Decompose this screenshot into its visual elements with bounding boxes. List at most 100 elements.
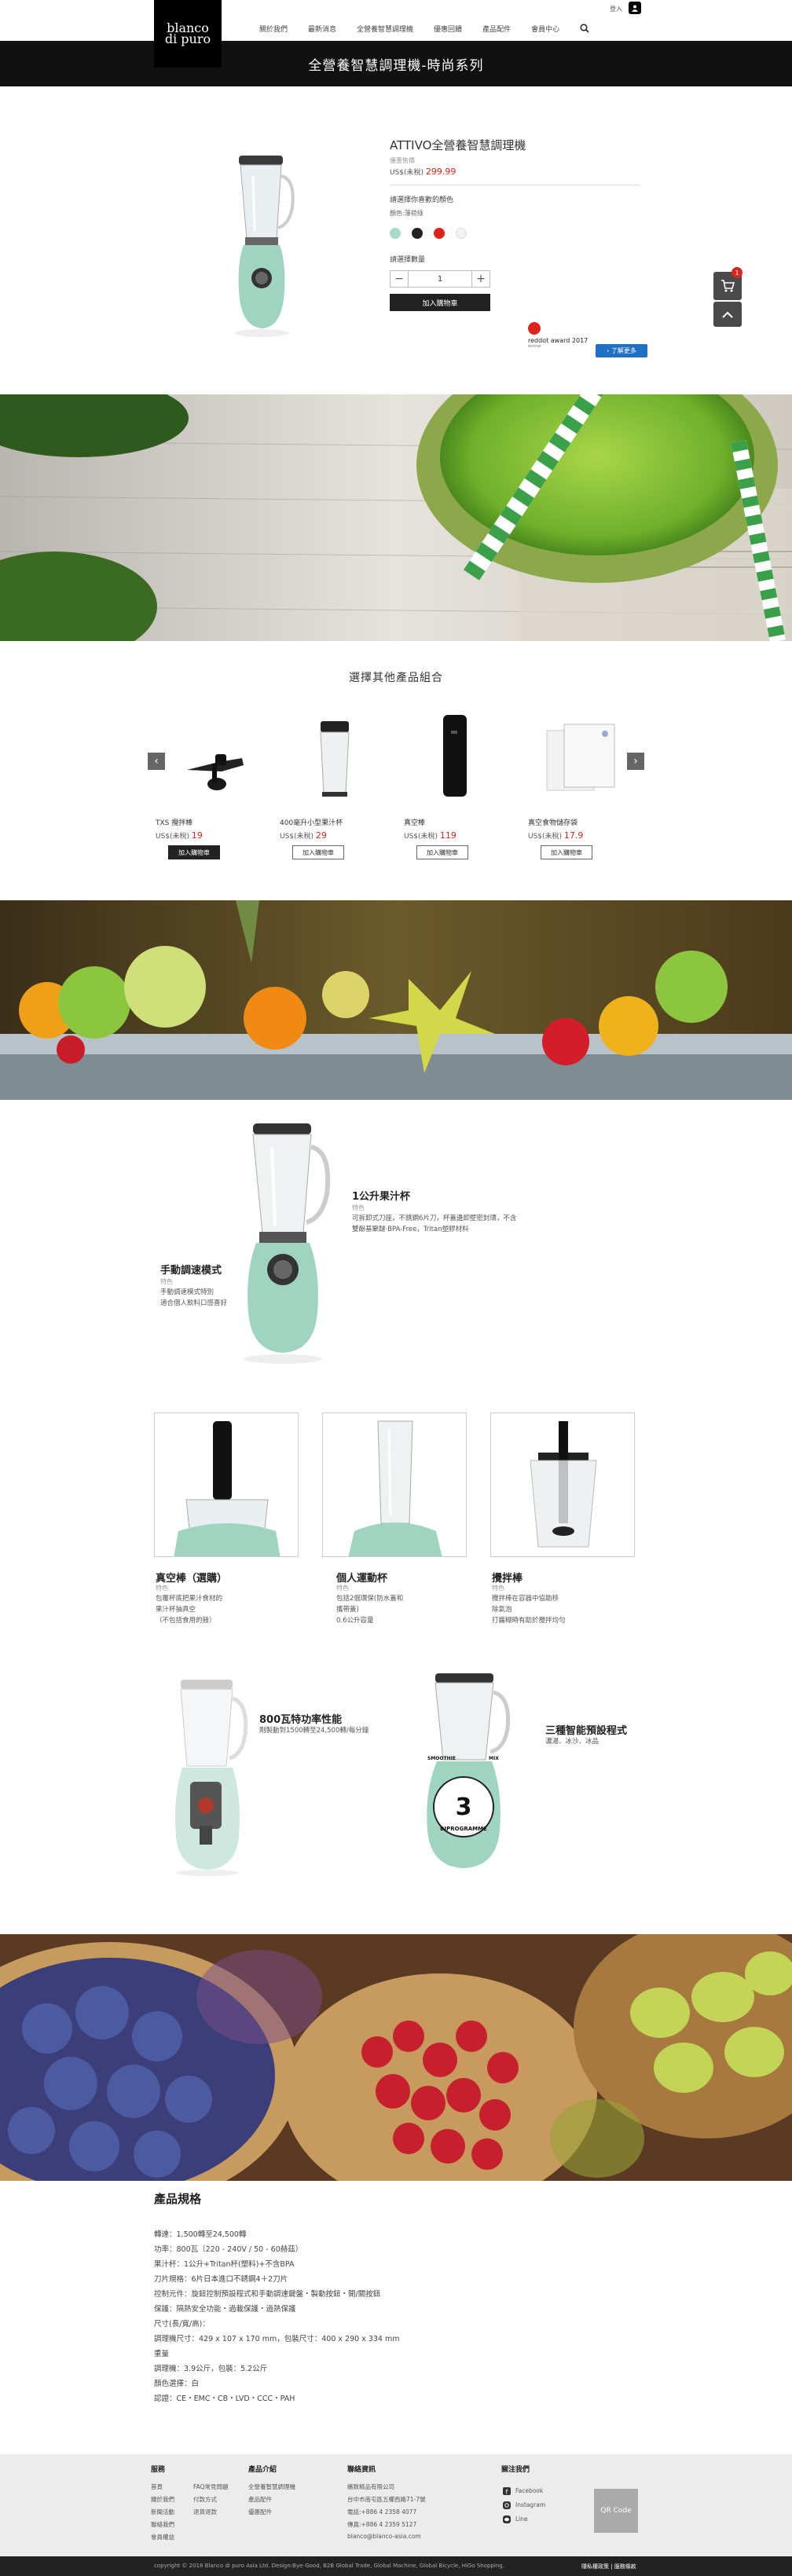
rec-price: US$(未稅) 17.9 — [528, 830, 646, 841]
line-icon[interactable] — [503, 2516, 511, 2523]
color-prompt: 請選擇你喜歡的顏色 — [390, 196, 454, 204]
spec-line: 刀片規格：6片日本進口不銹鋼4＋2刀片 — [154, 2275, 288, 2284]
feature-box-sport-cup-desc-line2: 攜帶蓋) — [336, 1606, 359, 1614]
feature-box-tamper-desc-line3: 打醬糊時有助於攪拌均勻 — [492, 1617, 566, 1625]
rec-add-to-cart-button[interactable]: 加入購物車 — [292, 845, 344, 859]
price-prefix: US$(未稅) — [390, 169, 426, 177]
rec-price: US$(未稅) 19 — [156, 830, 273, 841]
quantity-value[interactable]: 1 — [408, 271, 472, 287]
rec-add-to-cart-button[interactable]: 加入購物車 — [416, 845, 468, 859]
nav-accessories[interactable]: 產品配件 — [482, 24, 511, 34]
qr-code: QR Code — [594, 2489, 638, 2533]
banner-berries — [0, 1934, 792, 2181]
instagram-icon[interactable] — [503, 2501, 511, 2509]
footer-link[interactable]: 聯絡我們 — [151, 2520, 174, 2529]
spec-line: 果汁杯：1公升+Tritan杯(塑料)+不含BPA — [154, 2260, 295, 2269]
cart-count-badge: 1 — [732, 267, 742, 278]
nav-member[interactable]: 會員中心 — [531, 24, 559, 34]
reddot-title: reddot award 2017 — [528, 337, 588, 344]
spec-line: 重量 — [154, 2350, 170, 2358]
feature-programs-desc: 濃湯．冰沙．冰品 — [545, 1738, 600, 1746]
footer-social-instagram[interactable]: Instagram — [515, 2501, 545, 2508]
quantity-minus-button[interactable]: − — [390, 271, 408, 287]
swatch-red[interactable] — [434, 228, 445, 239]
feature-jar-desc: 可拆卸式刀座，不銹鋼6片刀，杯蓋邊卸壁密封環，不含 雙酚基聚醚‧BPA-Free… — [352, 1213, 516, 1235]
feature-jar-desc-line2: 雙酚基聚醚‧BPA-Free，Tritan塑膠材料 — [352, 1226, 469, 1233]
footer-link[interactable]: 關於我們 — [151, 2495, 174, 2504]
feature-box-vacuum-sub: 特色 — [156, 1585, 168, 1592]
footer-link[interactable]: 退貨退款 — [193, 2508, 217, 2516]
user-icon[interactable] — [629, 2, 641, 14]
swatch-black[interactable] — [412, 228, 423, 239]
footer-link[interactable]: 新聞活動 — [151, 2508, 174, 2516]
feature-box-sport-cup-title: 個人運動杯 — [336, 1573, 388, 1585]
blender-programs-image: 3 BIPROGRAMME SMOOTHIE MIX — [427, 1673, 511, 1868]
nav-offers[interactable]: 優惠回饋 — [434, 24, 462, 34]
footer-link[interactable]: 全營養智慧調理機 — [248, 2483, 295, 2491]
rec-price-value: 119 — [439, 830, 456, 841]
rec-product-small-cup[interactable]: 400毫升小型果汁杯 US$(未稅) 29 加入購物車 — [280, 715, 398, 859]
feature-box-vacuum-desc-line3: （不包括食用的鼓） — [156, 1617, 216, 1625]
login-link[interactable]: 登入 — [610, 5, 622, 13]
footer-social-facebook[interactable]: Facebook — [515, 2487, 543, 2494]
nav-about[interactable]: 關於我們 — [259, 24, 288, 34]
feature-jar-title: 1公升果汁杯 — [352, 1191, 411, 1203]
feature-jar-desc-line1: 可拆卸式刀座，不銹鋼6片刀，杯蓋邊卸壁密封環，不含 — [352, 1215, 517, 1222]
chevron-up-icon — [722, 311, 733, 318]
rec-add-to-cart-button[interactable]: 加入購物車 — [541, 845, 592, 859]
rec-add-to-cart-button[interactable]: 加入購物車 — [168, 845, 220, 859]
footer-link[interactable]: 付款方式 — [193, 2495, 217, 2504]
feature-box-vacuum-title: 真空棒（選購） — [156, 1573, 228, 1585]
logo[interactable]: blanco di puro — [154, 0, 222, 68]
footer-contact-title: 聯絡資訊 — [347, 2466, 376, 2474]
reddot-sub: winner — [528, 344, 541, 349]
footer-link[interactable]: FAQ常見問題 — [193, 2483, 229, 2491]
footer-link[interactable]: 產品配件 — [248, 2495, 272, 2504]
product-price: US$(未稅) 299.99 — [390, 167, 456, 177]
footer-social-line[interactable]: Line — [515, 2516, 528, 2523]
nav-blender[interactable]: 全營養智慧調理機 — [357, 24, 413, 34]
quantity-plus-button[interactable]: + — [472, 271, 490, 287]
spec-line: 認證：CE・EMC・CB・LVD・CCC・PAH — [154, 2395, 295, 2403]
spec-line: 調理機：3.9公斤，包裝：5.2公斤 — [154, 2365, 268, 2373]
footer-products-title: 產品介紹 — [248, 2466, 277, 2474]
swatch-white[interactable] — [456, 228, 467, 239]
rec-price: US$(未稅) 29 — [280, 830, 398, 841]
cart-icon — [721, 280, 735, 292]
swatch-mint[interactable] — [390, 228, 401, 239]
reddot-icon — [528, 322, 541, 335]
footer-contact-line: 繽致精品有限公司 — [347, 2483, 394, 2490]
quantity-label: 請選擇數量 — [390, 256, 426, 264]
privacy-link[interactable]: 隱私權政策 | 服務條款 — [581, 2563, 636, 2571]
learn-more-button[interactable]: › 了解更多 — [596, 344, 647, 357]
feature-jar-sub: 特色 — [352, 1204, 365, 1211]
rec-product-vacuum-pump[interactable]: 真空棒 US$(未稅) 119 加入購物車 — [404, 715, 522, 859]
feature-motor-desc: 剛製動到1500轉至24,500轉/每分鐘 — [259, 1727, 369, 1735]
footer-contact-email[interactable]: blanco@blanco-asia.com — [347, 2533, 421, 2540]
reddot-award-logo: reddot award 2017 winner — [528, 322, 588, 358]
back-to-top-button[interactable] — [713, 302, 742, 327]
footer-link[interactable]: 會員權益 — [151, 2533, 174, 2541]
programs-badge-number: 3 — [456, 1794, 472, 1821]
footer-link[interactable]: 首頁 — [151, 2483, 163, 2491]
rec-price-value: 29 — [315, 830, 327, 841]
tamper-image — [156, 715, 273, 801]
rec-product-tamper[interactable]: TXS 攪拌棒 US$(未稅) 19 加入購物車 — [156, 715, 273, 859]
page-title-bar: 全營養智慧調理機-時尚系列 — [0, 41, 792, 86]
feature-manual-desc-line2: 適合個人飲料口感喜好 — [160, 1299, 228, 1307]
recommend-title: 選擇其他產品組合 — [349, 672, 443, 684]
footer-service-title: 服務 — [151, 2466, 166, 2474]
rec-product-vacuum-bag[interactable]: 真空食物儲存袋 US$(未稅) 17.9 加入購物車 — [528, 715, 646, 859]
spec-line: 轉速：1,500轉至24,500轉 — [154, 2230, 247, 2239]
facebook-icon[interactable]: f — [503, 2487, 511, 2495]
nav-news[interactable]: 最新消息 — [308, 24, 336, 34]
color-label: 顏色:薄荷綠 — [390, 210, 424, 217]
search-icon[interactable] — [580, 24, 589, 33]
footer-link[interactable]: 優惠配件 — [248, 2508, 272, 2516]
rec-price-value: 17.9 — [563, 830, 584, 841]
rec-price-prefix: US$(未稅) — [404, 833, 440, 841]
add-to-cart-button[interactable]: 加入購物車 — [390, 294, 490, 311]
vacuum-bag-image — [528, 715, 646, 801]
rec-price-prefix: US$(未稅) — [156, 833, 192, 841]
specs-list: 轉速：1,500轉至24,500轉 功率：800瓦（220 - 240V / 5… — [154, 2228, 625, 2407]
